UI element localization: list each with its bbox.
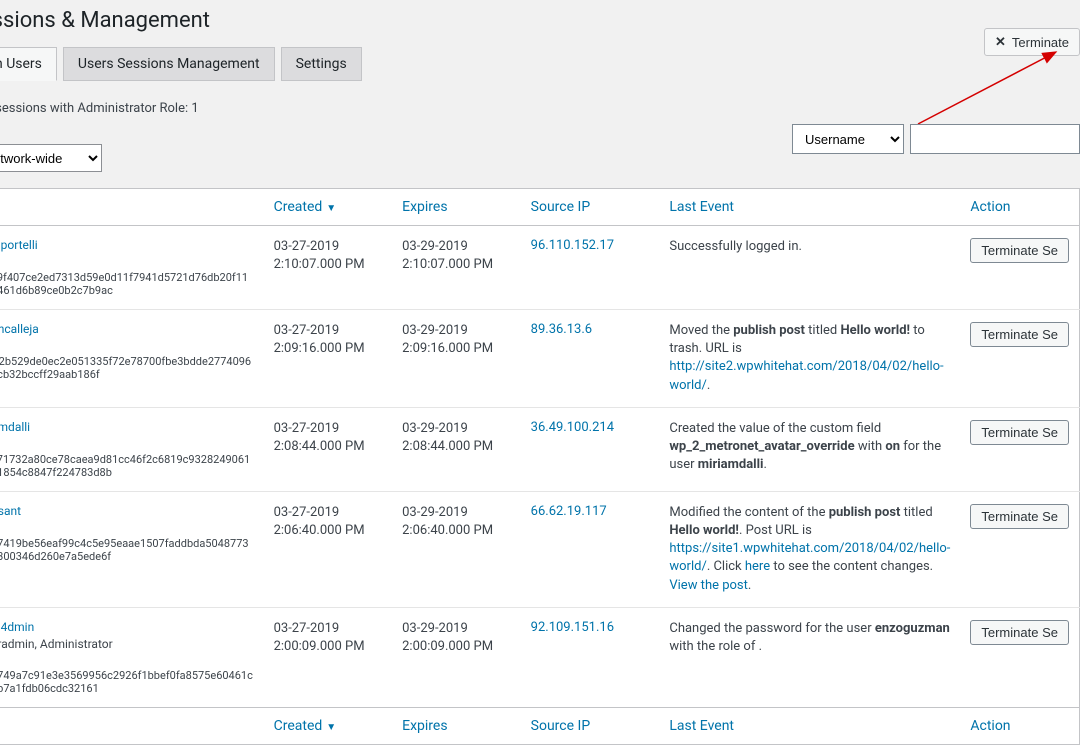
tab-0[interactable]: n Users: [0, 47, 57, 81]
terminate-all-button[interactable]: ✕ Terminate: [984, 28, 1080, 56]
created-cell: 03-27-20192:10:07.000 PM: [264, 226, 393, 310]
terminate-session-button[interactable]: Terminate Se: [970, 238, 1069, 263]
close-icon: ✕: [995, 34, 1006, 50]
network-filter-select[interactable]: etwork-wide: [0, 144, 102, 172]
last-event-cell: Successfully logged in.: [659, 226, 960, 310]
tab-2[interactable]: Settings: [281, 47, 362, 81]
page-title: essions & Management: [0, 0, 1080, 47]
expires-cell: 03-29-20192:09:16.000 PM: [392, 310, 521, 408]
table-row: amdalli c71732a80ce78caea9d81cc46f2c6819c…: [0, 407, 1080, 491]
col-source-ip[interactable]: Source IP: [521, 189, 660, 226]
table-row: :14dmin eradmin, Administrator 2749a7c91e3…: [0, 607, 1080, 707]
event-link[interactable]: View the post: [669, 578, 748, 593]
search-input[interactable]: [910, 124, 1080, 154]
search-mode-select[interactable]: Username: [792, 124, 904, 154]
table-row: diportelli e9f407ce2ed7313d59e0d11f7941d5…: [0, 226, 1080, 310]
col-created-foot[interactable]: Created▼: [264, 707, 393, 744]
col-last-event[interactable]: Last Event: [659, 189, 960, 226]
col-action-foot: Action: [960, 707, 1079, 744]
table-row: phcalleja ff2b529de0ec2e051335f72e78700fb…: [0, 310, 1080, 408]
sort-desc-icon: ▼: [326, 203, 336, 214]
terminate-session-button[interactable]: Terminate Se: [970, 620, 1069, 645]
source-ip-link[interactable]: 96.110.152.17: [531, 238, 614, 253]
expires-cell: 03-29-20192:00:09.000 PM: [392, 607, 521, 707]
sessions-table: Created▼ Expires Source IP Last Event Ac…: [0, 188, 1080, 745]
last-event-cell: Moved the publish post titled Hello worl…: [659, 310, 960, 408]
user-link[interactable]: dsant: [0, 504, 21, 518]
last-event-cell: Modified the content of the publish post…: [659, 491, 960, 607]
session-hash: c71732a80ce78caea9d81cc46f2c6819c9328249…: [0, 453, 254, 479]
terminate-all-label: Terminate: [1012, 35, 1069, 50]
user-link[interactable]: phcalleja: [0, 322, 39, 336]
source-ip-link[interactable]: 36.49.100.214: [531, 420, 614, 435]
last-event-cell: Changed the password for the user enzogu…: [659, 607, 960, 707]
col-user[interactable]: [0, 189, 264, 226]
expires-cell: 03-29-20192:10:07.000 PM: [392, 226, 521, 310]
terminate-session-button[interactable]: Terminate Se: [970, 504, 1069, 529]
event-link[interactable]: http://site2.wpwhitehat.com/2018/04/02/h…: [669, 359, 943, 392]
col-expires[interactable]: Expires: [392, 189, 521, 226]
col-last-event-foot[interactable]: Last Event: [659, 707, 960, 744]
source-ip-link[interactable]: 92.109.151.16: [531, 620, 614, 635]
terminate-session-button[interactable]: Terminate Se: [970, 322, 1069, 347]
col-expires-foot[interactable]: Expires: [392, 707, 521, 744]
tab-1[interactable]: Users Sessions Management: [63, 47, 275, 81]
event-link[interactable]: https://site1.wpwhitehat.com/2018/04/02/…: [669, 541, 950, 574]
col-created[interactable]: Created▼: [264, 189, 393, 226]
session-hash: 37419be56eaf99c4c5e95eaae1507faddbda5048…: [0, 537, 254, 563]
col-action: Action: [960, 189, 1079, 226]
session-hash: ff2b529de0ec2e051335f72e78700fbe3bdde277…: [0, 355, 254, 381]
sort-desc-icon: ▼: [326, 722, 336, 733]
last-event-cell: Created the value of the custom field wp…: [659, 407, 960, 491]
created-cell: 03-27-20192:08:44.000 PM: [264, 407, 393, 491]
expires-cell: 03-29-20192:06:40.000 PM: [392, 491, 521, 607]
table-row: dsant 37419be56eaf99c4c5e95eaae1507faddbd…: [0, 491, 1080, 607]
created-cell: 03-27-20192:00:09.000 PM: [264, 607, 393, 707]
event-link[interactable]: here: [745, 559, 770, 574]
source-ip-link[interactable]: 66.62.19.117: [531, 504, 607, 519]
created-cell: 03-27-20192:06:40.000 PM: [264, 491, 393, 607]
user-link[interactable]: :14dmin: [0, 620, 34, 634]
user-link[interactable]: amdalli: [0, 420, 30, 434]
terminate-session-button[interactable]: Terminate Se: [970, 420, 1069, 445]
session-hash: 2749a7c91e3e3569956c2926f1bbef0fa8575e60…: [0, 669, 254, 695]
user-link[interactable]: diportelli: [0, 238, 38, 252]
tabs: n UsersUsers Sessions ManagementSettings: [0, 47, 1080, 81]
user-roles: eradmin, Administrator: [0, 637, 254, 651]
session-hash: e9f407ce2ed7313d59e0d11f7941d5721d76db20…: [0, 271, 254, 297]
col-user-foot[interactable]: [0, 707, 264, 744]
col-source-ip-foot[interactable]: Source IP: [521, 707, 660, 744]
admin-session-count: of sessions with Administrator Role: 1: [0, 101, 199, 144]
expires-cell: 03-29-20192:08:44.000 PM: [392, 407, 521, 491]
source-ip-link[interactable]: 89.36.13.6: [531, 322, 592, 337]
created-cell: 03-27-20192:09:16.000 PM: [264, 310, 393, 408]
